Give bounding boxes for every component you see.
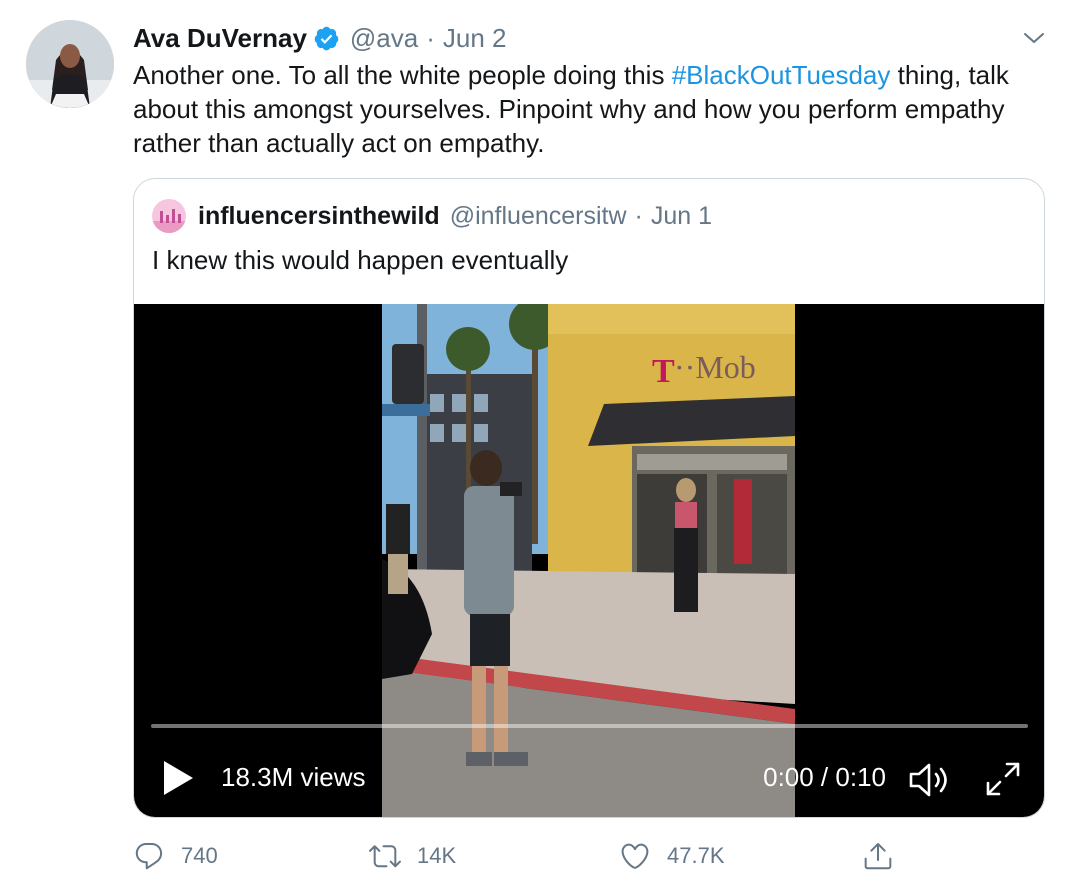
heart-icon bbox=[621, 843, 649, 869]
quoted-tweet[interactable]: influencersinthewild @influencersitw · J… bbox=[133, 178, 1045, 818]
reply-icon bbox=[135, 842, 163, 870]
quoted-header-separator: · bbox=[634, 201, 643, 230]
svg-text:T: T bbox=[652, 353, 675, 390]
share-icon bbox=[864, 843, 892, 870]
quoted-tweet-header: influencersinthewild @influencersitw · J… bbox=[152, 199, 712, 233]
quoted-tweet-text: I knew this would happen eventually bbox=[152, 245, 569, 275]
tweet-text: Another one. To all the white people doi… bbox=[133, 58, 1043, 160]
verified-badge-icon bbox=[313, 25, 340, 52]
retweet-count: 14K bbox=[417, 843, 457, 868]
reply-button[interactable]: 740 bbox=[133, 836, 218, 876]
quoted-author-name[interactable]: influencersinthewild bbox=[198, 202, 440, 231]
author-avatar[interactable] bbox=[26, 20, 114, 108]
video-player[interactable]: T ··Mob 18.3M views 0:00 / 0:10 bbox=[134, 304, 1044, 817]
like-count: 47.7K bbox=[667, 843, 725, 868]
author-handle[interactable]: @ava bbox=[350, 23, 418, 54]
video-frame[interactable]: T ··Mob bbox=[382, 304, 795, 817]
quoted-author-handle[interactable]: @influencersitw bbox=[450, 202, 627, 231]
video-progress-bar[interactable] bbox=[151, 724, 1028, 728]
quoted-author-avatar[interactable] bbox=[152, 199, 186, 233]
video-view-count: 18.3M views bbox=[221, 762, 366, 792]
retweet-icon bbox=[369, 845, 401, 868]
tweet-date[interactable]: Jun 2 bbox=[443, 23, 507, 54]
header-separator: · bbox=[426, 22, 435, 53]
chevron-down-icon[interactable] bbox=[1022, 26, 1046, 50]
like-button[interactable]: 47.7K bbox=[619, 836, 725, 876]
tweet-text-before: Another one. To all the white people doi… bbox=[133, 60, 672, 90]
svg-text:··Mob: ··Mob bbox=[674, 349, 756, 385]
hashtag-link[interactable]: #BlackOutTuesday bbox=[672, 60, 891, 90]
video-time: 0:00 / 0:10 bbox=[763, 762, 886, 792]
fullscreen-icon[interactable] bbox=[984, 760, 1022, 798]
tweet-header: Ava DuVernay @ava · Jun 2 bbox=[133, 21, 507, 55]
play-icon[interactable] bbox=[162, 760, 194, 796]
author-name[interactable]: Ava DuVernay bbox=[133, 23, 307, 54]
tweet-actions: 740 14K 47.7K bbox=[133, 836, 1033, 876]
quoted-tweet-date[interactable]: Jun 1 bbox=[651, 202, 712, 231]
reply-count: 740 bbox=[181, 843, 218, 868]
volume-icon[interactable] bbox=[907, 761, 953, 799]
share-button[interactable] bbox=[862, 836, 894, 876]
retweet-button[interactable]: 14K bbox=[369, 836, 456, 876]
